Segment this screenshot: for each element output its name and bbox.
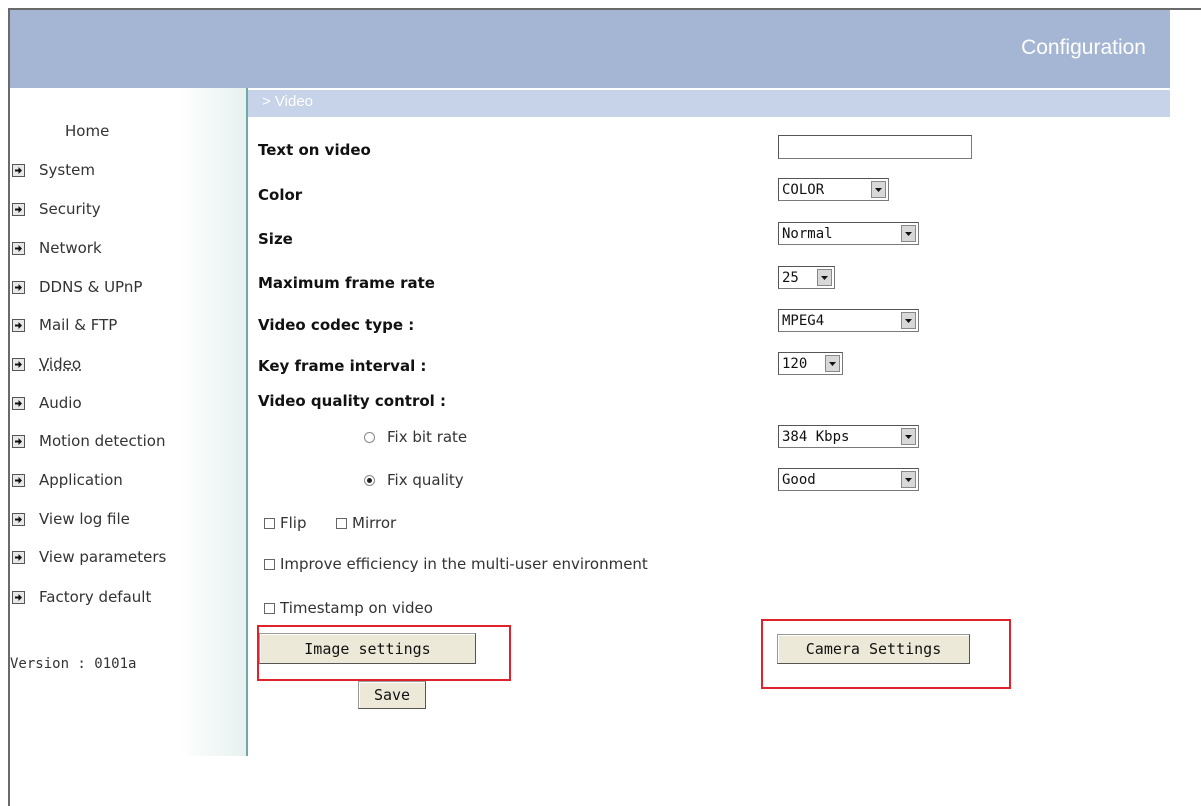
multiuser-checkbox[interactable]: Improve efficiency in the multi-user env… xyxy=(264,555,648,573)
sidebar: Home System Security Network DDNS & UPnP… xyxy=(10,88,248,756)
sidebar-item-view-log-file[interactable]: View log file xyxy=(12,508,130,530)
arrow-right-icon xyxy=(12,280,25,294)
arrow-right-icon xyxy=(12,550,25,564)
sidebar-item-mail-ftp[interactable]: Mail & FTP xyxy=(12,314,117,336)
quality-select-value: Good xyxy=(782,471,816,488)
sidebar-item-audio[interactable]: Audio xyxy=(12,392,82,414)
chevron-down-icon xyxy=(901,312,916,329)
checkbox-icon xyxy=(264,558,275,570)
sidebar-item-label: Application xyxy=(39,471,123,489)
version-text: Version : 0101a xyxy=(10,656,137,672)
sidebar-item-label: View log file xyxy=(39,510,130,528)
arrow-right-icon xyxy=(12,202,25,216)
color-select[interactable]: COLOR xyxy=(778,178,889,201)
sidebar-item-video[interactable]: Video xyxy=(12,353,81,375)
text-on-video-input[interactable] xyxy=(778,135,972,159)
sidebar-item-label: System xyxy=(39,161,95,179)
sidebar-item-system[interactable]: System xyxy=(12,159,95,181)
arrow-right-icon xyxy=(12,241,25,255)
sidebar-item-label: DDNS & UPnP xyxy=(39,278,143,296)
sidebar-item-label: Mail & FTP xyxy=(39,316,118,334)
timestamp-checkbox[interactable]: Timestamp on video xyxy=(264,599,433,617)
bit-rate-select-value: 384 Kbps xyxy=(782,428,850,445)
header-bar: Configuration xyxy=(10,10,1170,88)
radio-checked-icon xyxy=(364,474,375,486)
fix-quality-radio[interactable]: Fix quality xyxy=(364,471,464,489)
fix-quality-label: Fix quality xyxy=(387,471,464,489)
codec-select[interactable]: MPEG4 xyxy=(778,309,919,332)
quality-control-label: Video quality control : xyxy=(258,392,447,410)
frame-rate-select-value: 25 xyxy=(782,269,799,286)
frame-rate-select[interactable]: 25 xyxy=(778,266,835,289)
sidebar-item-network[interactable]: Network xyxy=(12,237,102,259)
page-title: Configuration xyxy=(1021,36,1146,59)
quality-select[interactable]: Good xyxy=(778,468,919,491)
chevron-down-icon xyxy=(871,181,886,198)
sidebar-item-application[interactable]: Application xyxy=(12,469,123,491)
arrow-right-icon xyxy=(12,318,25,332)
highlight-box xyxy=(257,625,511,681)
breadcrumb: > Video xyxy=(248,90,1170,117)
sidebar-item-ddns-upnp[interactable]: DDNS & UPnP xyxy=(12,276,142,298)
chevron-down-icon xyxy=(901,428,916,445)
arrow-right-icon xyxy=(12,163,25,177)
sidebar-item-label: Video xyxy=(39,355,82,373)
save-button[interactable]: Save xyxy=(358,681,426,709)
arrow-right-icon xyxy=(12,357,25,371)
sidebar-item-view-parameters[interactable]: View parameters xyxy=(12,546,166,568)
fix-bit-rate-radio[interactable]: Fix bit rate xyxy=(364,428,467,446)
timestamp-label: Timestamp on video xyxy=(280,599,433,617)
arrow-right-icon xyxy=(12,473,25,487)
chevron-down-icon xyxy=(817,269,832,286)
color-label: Color xyxy=(258,186,303,204)
max-frame-rate-label: Maximum frame rate xyxy=(258,274,435,292)
mirror-checkbox[interactable]: Mirror xyxy=(336,514,396,532)
text-on-video-label: Text on video xyxy=(258,141,371,159)
chevron-down-icon xyxy=(901,471,916,488)
size-select-value: Normal xyxy=(782,225,833,242)
color-select-value: COLOR xyxy=(782,181,825,198)
sidebar-item-motion-detection[interactable]: Motion detection xyxy=(12,430,165,452)
chevron-down-icon xyxy=(901,225,916,242)
radio-icon xyxy=(364,431,375,443)
flip-label: Flip xyxy=(280,514,307,532)
sidebar-item-label: Network xyxy=(39,239,102,257)
sidebar-item-home[interactable]: Home xyxy=(65,122,109,140)
key-frame-label: Key frame interval : xyxy=(258,357,427,375)
sidebar-item-factory-default[interactable]: Factory default xyxy=(12,586,151,608)
bit-rate-select[interactable]: 384 Kbps xyxy=(778,425,919,448)
sidebar-item-label: Audio xyxy=(39,394,82,412)
codec-select-value: MPEG4 xyxy=(782,312,825,329)
highlight-box xyxy=(761,619,1011,689)
arrow-right-icon xyxy=(12,590,25,604)
multiuser-label: Improve efficiency in the multi-user env… xyxy=(280,555,648,573)
arrow-right-icon xyxy=(12,512,25,526)
size-label: Size xyxy=(258,230,293,248)
sidebar-item-label: Motion detection xyxy=(39,432,166,450)
sidebar-item-label: View parameters xyxy=(39,548,167,566)
mirror-label: Mirror xyxy=(352,514,397,532)
arrow-right-icon xyxy=(12,396,25,410)
arrow-right-icon xyxy=(12,434,25,448)
checkbox-icon xyxy=(336,517,347,529)
sidebar-item-security[interactable]: Security xyxy=(12,198,101,220)
breadcrumb-text: > Video xyxy=(262,93,314,110)
checkbox-icon xyxy=(264,517,275,529)
checkbox-icon xyxy=(264,602,275,614)
fix-bit-rate-label: Fix bit rate xyxy=(387,428,468,446)
key-frame-select-value: 120 xyxy=(782,355,808,372)
sidebar-item-label: Security xyxy=(39,200,101,218)
codec-label: Video codec type : xyxy=(258,316,415,334)
sidebar-item-label: Factory default xyxy=(39,588,152,606)
size-select[interactable]: Normal xyxy=(778,222,919,245)
key-frame-select[interactable]: 120 xyxy=(778,352,843,375)
flip-checkbox[interactable]: Flip xyxy=(264,514,306,532)
chevron-down-icon xyxy=(825,355,840,372)
